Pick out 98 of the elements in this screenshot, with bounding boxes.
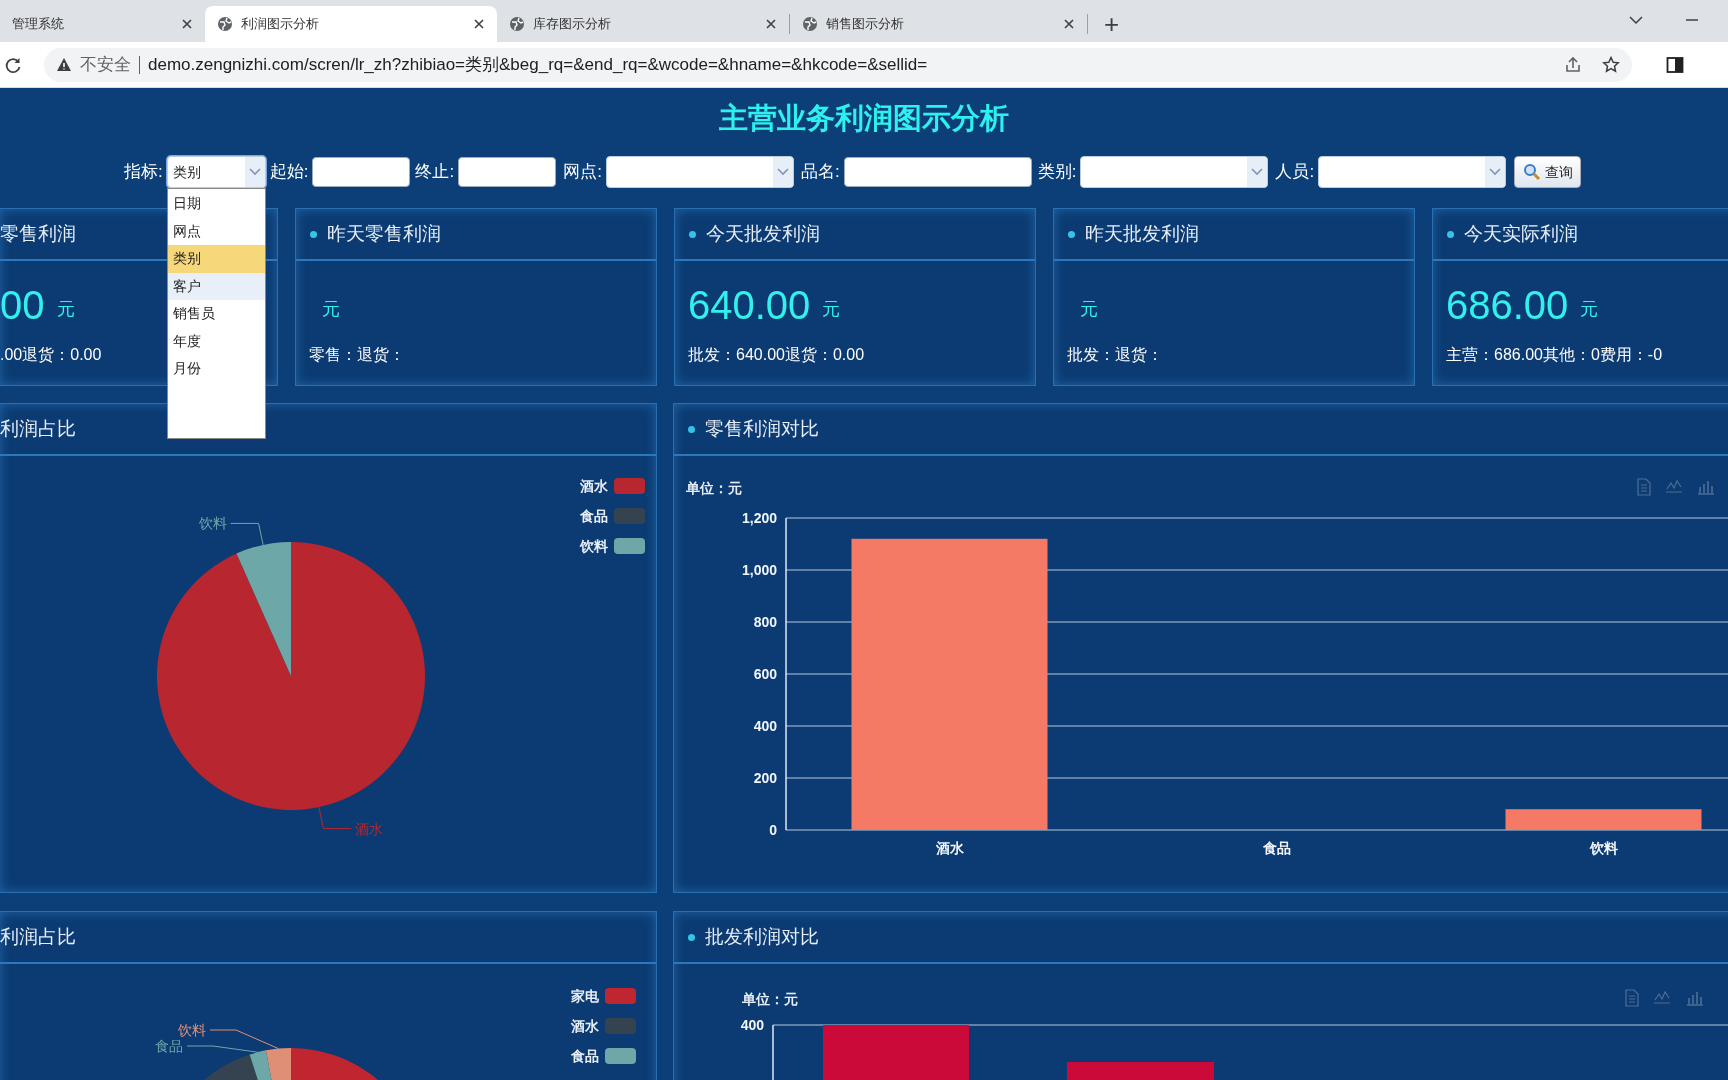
- security-label: 不安全: [80, 53, 131, 76]
- search-icon: [1522, 163, 1541, 181]
- axis-tick-label: 600: [753, 666, 777, 682]
- filter-label: 指标:: [124, 161, 163, 184]
- bar-chart-icon[interactable]: [1686, 991, 1704, 1006]
- leader-line: [318, 806, 352, 830]
- select-field[interactable]: [605, 156, 794, 188]
- chevron-down-icon: [776, 168, 789, 176]
- close-icon[interactable]: [181, 18, 193, 30]
- document-icon[interactable]: [1625, 989, 1639, 1007]
- address-field[interactable]: 不安全 demo.zengnizhi.com/scren/lr_zh?zhibiao=类别&beg_rq=&end_rq=&wcode=&hname=&hkcode=&sellid=: [44, 47, 1632, 82]
- select-field[interactable]: [1080, 156, 1269, 188]
- text-field[interactable]: [458, 157, 557, 187]
- panel-title: 利润占比: [0, 416, 76, 441]
- stat-value: 00: [0, 282, 45, 329]
- dropdown-option[interactable]: 客户: [167, 272, 265, 300]
- legend-label: 食品: [580, 508, 608, 524]
- filter-label: 起始:: [269, 161, 309, 184]
- stat-value: 686.00: [1446, 282, 1569, 329]
- page-title: 主营业务利润图示分析: [718, 101, 1010, 136]
- filter-label: 网点:: [563, 161, 602, 184]
- browser-tab[interactable]: 管理系统: [0, 6, 205, 42]
- panel-title: 利润占比: [0, 924, 76, 949]
- stat-detail: 零售：退货：: [309, 345, 406, 365]
- unit-label: 元: [56, 298, 75, 321]
- axis-tick-label: 0: [769, 822, 777, 838]
- panel-title: 零售利润对比: [705, 416, 819, 441]
- filter-label: 终止:: [415, 161, 455, 184]
- filter-label: 类别:: [1037, 161, 1077, 184]
- browser-tab[interactable]: 利润图示分析: [205, 6, 497, 42]
- unit-label: 单位：元: [686, 480, 742, 496]
- chevron-down-icon: [1251, 168, 1264, 176]
- axis-tick-label: 800: [753, 614, 777, 630]
- browser-tab[interactable]: 库存图示分析: [497, 6, 789, 42]
- browser-tab[interactable]: 销售图示分析: [790, 6, 1087, 42]
- axis-tick-label: 200: [753, 770, 777, 786]
- card-title: 今天批发利润: [706, 221, 820, 246]
- line-chart-icon[interactable]: [1653, 990, 1671, 1004]
- unit-label: 元: [822, 298, 841, 321]
- document-icon[interactable]: [1637, 478, 1651, 496]
- card-title: 昨天零售利润: [327, 221, 441, 246]
- dropdown-option[interactable]: 月份: [167, 355, 265, 383]
- leader-line: [230, 522, 264, 546]
- star-icon[interactable]: [1602, 55, 1620, 74]
- close-icon[interactable]: [473, 18, 485, 30]
- axis-tick-label: 400: [753, 718, 777, 734]
- stat-detail: 批发：640.00退货：0.00: [688, 345, 866, 365]
- search-button[interactable]: 查询: [1514, 156, 1582, 188]
- unit-label: 单位：元: [742, 991, 798, 1007]
- category-label: 饮料: [1589, 840, 1618, 856]
- url-text: demo.zengnizhi.com/scren/lr_zh?zhibiao=类别&beg_rq=&end_rq=&wcode=&hname=&hkcode=&sellid=: [148, 53, 928, 76]
- new-tab-button[interactable]: +: [1088, 6, 1136, 42]
- warning-icon: [56, 56, 72, 73]
- unit-label: 元: [1080, 298, 1098, 321]
- close-icon[interactable]: [765, 18, 777, 30]
- dropdown-option[interactable]: 年度: [167, 327, 265, 355]
- text-field[interactable]: [312, 157, 411, 187]
- axis-tick-label: 1,200: [741, 510, 777, 526]
- dropdown-option[interactable]: 网点: [167, 217, 265, 245]
- chevron-down-icon: [1489, 168, 1502, 176]
- panel-title: 批发利润对比: [705, 924, 819, 949]
- unit-label: 元: [1580, 298, 1599, 321]
- card-title: 昨天批发利润: [1085, 221, 1199, 246]
- filter-label: 人员:: [1275, 161, 1315, 184]
- sidebar-icon[interactable]: [1666, 55, 1684, 74]
- legend-label: 家电: [571, 988, 599, 1004]
- category-label: 食品: [1262, 840, 1291, 856]
- line-chart-icon[interactable]: [1665, 479, 1683, 493]
- close-icon[interactable]: [1063, 18, 1075, 30]
- category-label: 酒水: [935, 840, 964, 856]
- select-field[interactable]: 类别: [166, 156, 266, 188]
- dropdown-option[interactable]: 类别: [167, 245, 265, 273]
- chevron-down-icon: [248, 168, 261, 176]
- slice-label: 饮料: [198, 515, 227, 532]
- select-field[interactable]: [1318, 156, 1507, 188]
- axis-tick-label: 1,000: [741, 562, 777, 578]
- share-icon[interactable]: [1564, 55, 1582, 74]
- slice-label: 食品: [155, 1038, 183, 1054]
- stat-value: 640.00: [688, 282, 811, 329]
- text-field[interactable]: [843, 157, 1032, 187]
- slice-label: 饮料: [178, 1022, 206, 1038]
- unit-label: 元: [322, 298, 340, 321]
- stat-detail: .00退货：0.00: [0, 345, 103, 365]
- axis-tick-label: 400: [740, 1017, 764, 1033]
- dropdown-option[interactable]: 销售员: [167, 300, 265, 328]
- legend-label: 酒水: [580, 478, 608, 494]
- card-title: 零售利润: [0, 221, 76, 246]
- stat-detail: 主营：686.00其他：0费用：-0: [1446, 345, 1664, 365]
- bar-chart-icon[interactable]: [1697, 480, 1715, 495]
- legend-label: 食品: [571, 1048, 599, 1064]
- filter-label: 品名:: [800, 161, 840, 184]
- legend-label: 饮料: [580, 538, 608, 554]
- slice-label: 酒水: [355, 820, 384, 837]
- legend-label: 酒水: [571, 1018, 599, 1034]
- card-title: 今天实际利润: [1464, 221, 1578, 246]
- stat-detail: 批发：退货：: [1067, 345, 1164, 365]
- dropdown-option[interactable]: 日期: [167, 190, 265, 218]
- reload-icon[interactable]: [4, 55, 22, 74]
